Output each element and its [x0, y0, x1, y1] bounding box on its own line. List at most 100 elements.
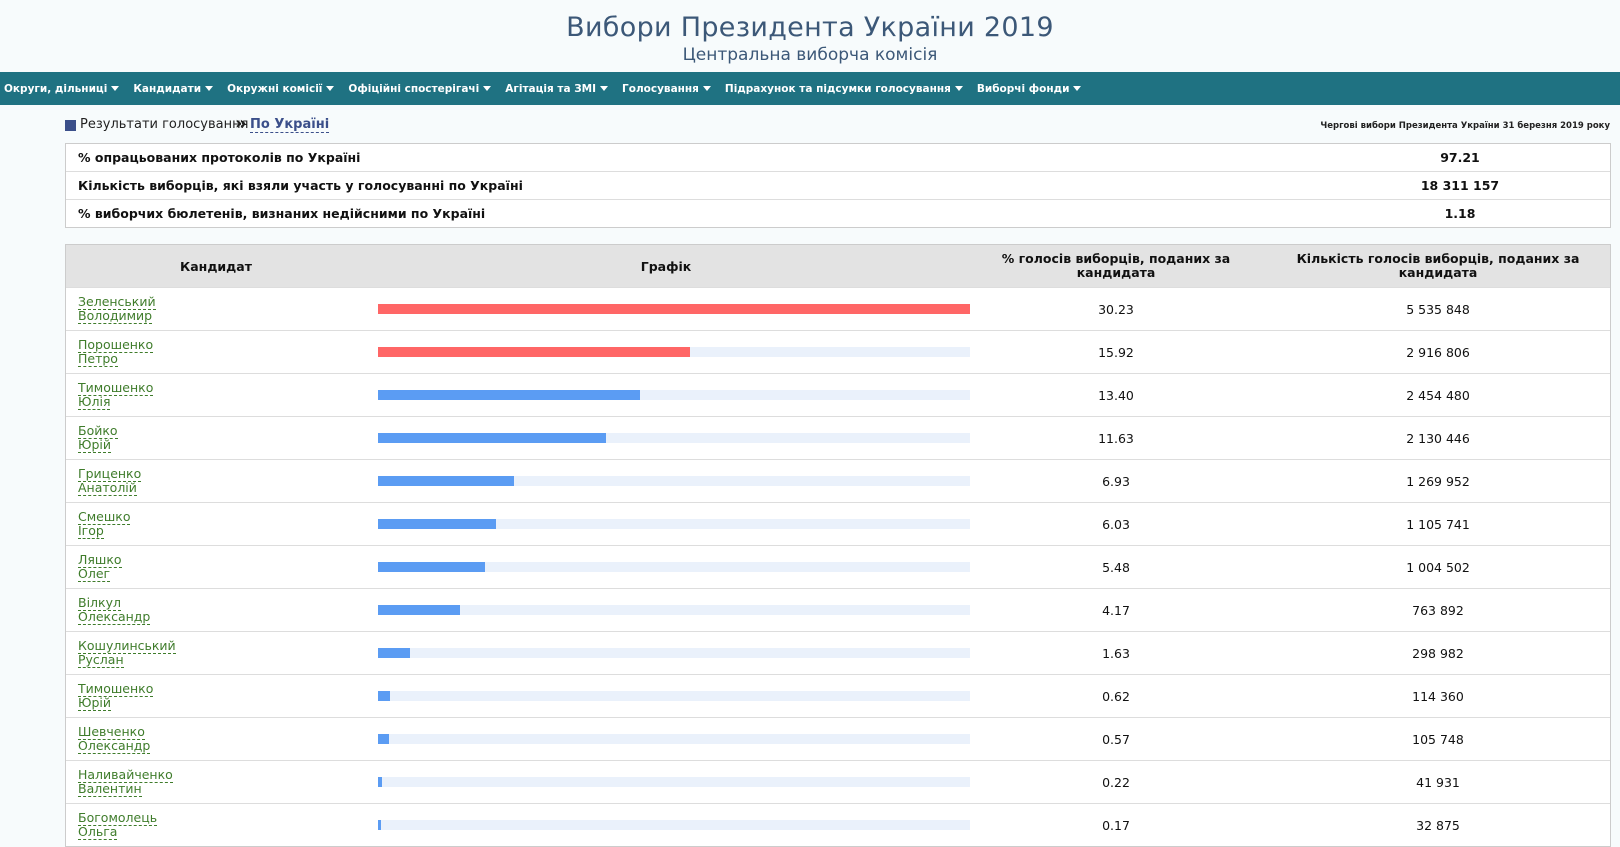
- bar-track: [378, 433, 970, 443]
- candidate-name-link[interactable]: Юрій: [78, 437, 112, 453]
- candidate-cell: Наливайченко Валентин: [66, 766, 366, 797]
- vote-bar: [378, 605, 460, 615]
- candidate-cell: Бойко Юрій: [66, 422, 366, 453]
- table-row: Вілкул Олександр 4.17 763 892: [66, 588, 1610, 631]
- candidate-name-link[interactable]: Олександр: [78, 738, 151, 754]
- chart-cell: [366, 288, 970, 330]
- vote-bar: [378, 347, 690, 357]
- table-row: Наливайченко Валентин 0.22 41 931: [66, 760, 1610, 803]
- results-header: Кандидат Графік % голосів виборців, пода…: [66, 245, 1610, 287]
- candidate-name-link[interactable]: Ольга: [78, 824, 118, 840]
- percent-cell: 0.17: [1102, 817, 1130, 833]
- count-cell: 5 535 848: [1406, 301, 1470, 317]
- page-subtitle: Центральна виборча комісія: [682, 45, 938, 65]
- candidate-cell: Тимошенко Юрій: [66, 680, 366, 711]
- breadcrumb-current-link[interactable]: По Україні: [250, 117, 330, 133]
- vote-bar: [378, 734, 390, 744]
- caret-down-icon: [326, 86, 335, 91]
- main-nav: Округи, дільниці Кандидати Окружні коміс…: [0, 72, 1620, 105]
- nav-item-commissions[interactable]: Окружні комісії: [227, 83, 335, 95]
- square-bullet-icon: [65, 120, 76, 131]
- table-row: Смешко Ігор 6.03 1 105 741: [66, 502, 1610, 545]
- chart-cell: [366, 374, 970, 416]
- vote-bar: [378, 476, 514, 486]
- table-row: Зеленський Володимир 30.23 5 535 848: [66, 287, 1610, 330]
- nav-item-observers[interactable]: Офіційні спостерігачі: [348, 82, 492, 95]
- summary-value: 1.18: [1444, 206, 1476, 221]
- results-table: Кандидат Графік % голосів виборців, пода…: [65, 244, 1611, 847]
- candidate-cell: Шевченко Олександр: [66, 723, 366, 754]
- count-cell: 2 454 480: [1406, 387, 1470, 403]
- candidate-name-link[interactable]: Ігор: [78, 523, 104, 539]
- table-row: Порошенко Петро 15.92 2 916 806: [66, 330, 1610, 373]
- nav-item-media[interactable]: Агітація та ЗМІ: [505, 82, 609, 95]
- summary-label: Кількість виборців, які взяли участь у г…: [78, 178, 523, 193]
- election-label: Чергові вибори Президента України 31 бер…: [1320, 121, 1610, 131]
- summary-value: 18 311 157: [1420, 178, 1500, 193]
- vote-bar: [378, 519, 497, 529]
- summary-row: Кількість виборців, які взяли участь у г…: [66, 171, 1610, 199]
- table-row: Тимошенко Юрій 0.62 114 360: [66, 674, 1610, 717]
- percent-cell: 15.92: [1098, 344, 1134, 360]
- bar-track: [378, 820, 970, 830]
- candidate-cell: Кошулинський Руслан: [66, 637, 366, 668]
- bar-track: [378, 519, 970, 529]
- bar-track: [378, 390, 970, 400]
- vote-bar: [378, 562, 486, 572]
- nav-item-candidates[interactable]: Кандидати: [133, 83, 214, 95]
- nav-item-funds[interactable]: Виборчі фонди: [977, 83, 1082, 95]
- candidate-name-link[interactable]: Володимир: [78, 308, 153, 324]
- candidate-cell: Смешко Ігор: [66, 508, 366, 539]
- candidate-name-link[interactable]: Анатолій: [78, 480, 137, 496]
- percent-cell: 0.57: [1102, 731, 1130, 747]
- bar-track: [378, 476, 970, 486]
- candidate-name-link[interactable]: Валентин: [78, 781, 142, 797]
- candidate-name-link[interactable]: Олександр: [78, 609, 151, 625]
- vote-bar: [378, 433, 606, 443]
- caret-down-icon: [111, 86, 120, 91]
- summary-row: % виборчих бюлетенів, визнаних недійсним…: [66, 199, 1610, 227]
- candidate-cell: Гриценко Анатолій: [66, 465, 366, 496]
- results-body: Зеленський Володимир 30.23 5 535 848 Порошен…: [66, 287, 1610, 846]
- nav-item-label: Офіційні спостерігачі: [348, 82, 480, 95]
- candidate-cell: Вілкул Олександр: [66, 594, 366, 625]
- chart-cell: [366, 460, 970, 502]
- count-cell: 298 982: [1412, 645, 1464, 661]
- candidate-name-link[interactable]: Юрій: [78, 695, 112, 711]
- nav-item-voting[interactable]: Голосування: [622, 83, 711, 95]
- count-cell: 763 892: [1412, 602, 1464, 618]
- chart-cell: [366, 675, 970, 717]
- count-cell: 1 105 741: [1406, 516, 1470, 532]
- candidate-name-link[interactable]: Олег: [78, 566, 111, 582]
- chart-cell: [366, 417, 970, 459]
- candidate-name-link[interactable]: Петро: [78, 351, 118, 367]
- candidate-cell: Порошенко Петро: [66, 336, 366, 367]
- caret-down-icon: [702, 86, 711, 91]
- vote-bar: [378, 820, 382, 830]
- bar-track: [378, 691, 970, 701]
- breadcrumb: Результати голосування » По Україні Черг…: [65, 105, 1610, 143]
- candidate-name-link[interactable]: Юлія: [78, 394, 111, 410]
- chart-cell: [366, 761, 970, 803]
- chart-cell: [366, 632, 970, 674]
- nav-item-label: Підрахунок та підсумки голосування: [724, 82, 951, 95]
- nav-item-label: Агітація та ЗМІ: [505, 82, 597, 95]
- vote-bar: [378, 648, 410, 658]
- candidate-name-link[interactable]: Руслан: [78, 652, 124, 668]
- chart-cell: [366, 546, 970, 588]
- percent-cell: 6.93: [1102, 473, 1130, 489]
- table-row: Шевченко Олександр 0.57 105 748: [66, 717, 1610, 760]
- summary-label: % опрацьованих протоколів по Україні: [78, 150, 361, 165]
- table-row: Гриценко Анатолій 6.93 1 269 952: [66, 459, 1610, 502]
- summary-row: % опрацьованих протоколів по Україні 97.…: [66, 144, 1610, 171]
- table-row: Бойко Юрій 11.63 2 130 446: [66, 416, 1610, 459]
- header-percent: % голосів виборців, поданих за кандидата: [1001, 251, 1231, 280]
- percent-cell: 0.22: [1102, 774, 1130, 790]
- candidate-cell: Богомолець Ольга: [66, 809, 366, 840]
- count-cell: 1 269 952: [1406, 473, 1470, 489]
- percent-cell: 30.23: [1098, 301, 1134, 317]
- candidate-cell: Ляшко Олег: [66, 551, 366, 582]
- nav-item-districts[interactable]: Округи, дільниці: [4, 82, 120, 95]
- nav-item-counting[interactable]: Підрахунок та підсумки голосування: [725, 83, 963, 95]
- nav-item-label: Округи, дільниці: [4, 82, 108, 95]
